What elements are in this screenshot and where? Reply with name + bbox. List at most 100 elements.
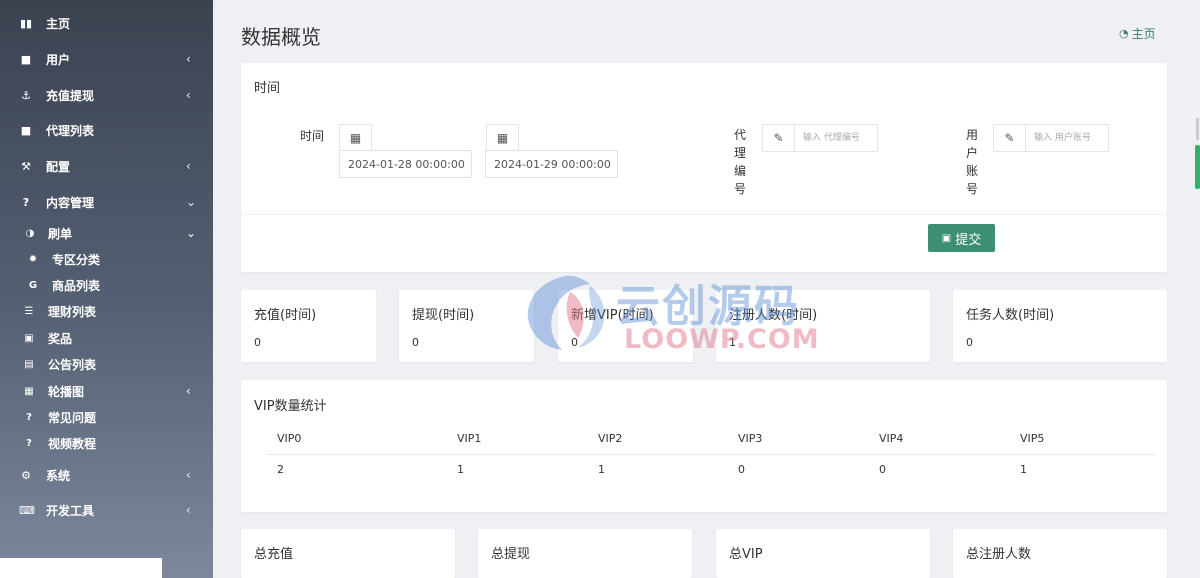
sidebar-item-home[interactable]: ▮▮ 主页 (0, 8, 213, 38)
stat-card-new-vip: 新增VIP(时间) 0 (558, 290, 693, 362)
submit-button[interactable]: ▣ 提交 (928, 224, 995, 252)
vip-header: VIP1 (457, 432, 482, 445)
breadcrumb-home[interactable]: 主页 (1132, 25, 1156, 42)
vip-cell: 1 (598, 463, 605, 476)
chevron-down-icon: ⌄ (186, 226, 197, 240)
vip-stats-title: VIP数量统计 (254, 399, 327, 414)
sidebar-item-label: 充值提现 (46, 88, 95, 103)
chevron-left-icon: ‹ (186, 468, 191, 482)
scrollbar-thumb[interactable] (1195, 145, 1200, 189)
chevron-left-icon: ‹ (186, 52, 191, 66)
chevron-left-icon: ‹ (186, 159, 191, 173)
sidebar-item-dev-tools[interactable]: ⌨ 开发工具 ‹ (0, 495, 213, 525)
sidebar-item-label: 公告列表 (48, 357, 97, 372)
user-edit-button[interactable]: ✎ (993, 124, 1026, 152)
stat-value: 1 (729, 336, 736, 349)
vip-cell: 0 (879, 463, 886, 476)
sidebar-item-label: 配置 (46, 159, 71, 174)
id-card-icon: ■ (20, 123, 32, 137)
total-label: 总注册人数 (966, 547, 1032, 562)
sidebar-item-video-tutorial[interactable]: ? 视频教程 (0, 431, 213, 455)
sidebar-item-brushing[interactable]: ◑ 刷单 ⌄ (0, 221, 213, 245)
total-label: 总VIP (729, 547, 763, 562)
pencil-icon: ✎ (1004, 131, 1015, 145)
time-label: 时间 (300, 129, 325, 143)
total-label: 总充值 (254, 547, 294, 562)
sidebar-item-label: 代理列表 (46, 123, 95, 138)
agent-edit-button[interactable]: ✎ (762, 124, 795, 152)
start-calendar-button[interactable]: ▦ (339, 124, 372, 151)
keyboard-icon: ⌨ (19, 503, 35, 517)
question-circle-icon: ? (22, 195, 30, 209)
stat-label: 注册人数(时间) (729, 308, 818, 323)
sidebar-item-label: 主页 (46, 16, 71, 31)
agent-label: 代理编号 (733, 128, 746, 196)
pencil-icon: ✎ (773, 131, 784, 145)
stat-card-withdraw: 提现(时间) 0 (399, 290, 534, 362)
sidebar-item-label: 奖品 (48, 331, 73, 346)
sidebar-item-label: 商品列表 (52, 278, 101, 293)
stat-label: 任务人数(时间) (966, 308, 1055, 323)
vip-header: VIP5 (1020, 432, 1045, 445)
save-icon: ▣ (941, 232, 952, 244)
stat-card-recharge: 充值(时间) 0 (241, 290, 376, 362)
vip-cell: 1 (1020, 463, 1027, 476)
stat-card-tasks: 任务人数(时间) 0 (953, 290, 1167, 362)
sidebar-item-label: 刷单 (48, 226, 73, 241)
cog-icon: ⚙ (21, 468, 31, 482)
sidebar-item-agents[interactable]: ■ 代理列表 (0, 115, 213, 145)
chevron-left-icon: ‹ (186, 384, 191, 398)
sidebar-item-users[interactable]: ■ 用户 ‹ (0, 44, 213, 74)
vip-header: VIP4 (879, 432, 904, 445)
calendar-icon: ▦ (496, 130, 509, 145)
vip-header: VIP3 (738, 432, 763, 445)
filter-panel: 时间 时间 ▦ ▦ 代理编号 ✎ 用户账号 ✎ ▣ 提交 (241, 63, 1167, 272)
sidebar-item-config[interactable]: ⚒ 配置 ‹ (0, 151, 213, 181)
main-content: 数据概览 ◔ 主页 时间 时间 ▦ ▦ 代理编号 ✎ 用户账号 ✎ ▣ 提交 (213, 0, 1200, 578)
total-card-registrations: 总注册人数 (953, 529, 1167, 578)
magic-wand-icon: ⚒ (21, 159, 31, 173)
end-calendar-button[interactable]: ▦ (486, 124, 519, 151)
stat-label: 充值(时间) (254, 308, 317, 323)
image-icon: ▦ (24, 385, 34, 397)
sidebar-item-prizes[interactable]: ▣ 奖品 (0, 326, 213, 350)
agent-id-input[interactable] (794, 124, 878, 152)
sidebar: ▮▮ 主页 ■ 用户 ‹ ⚓ 充值提现 ‹ ■ 代理列表 ⚒ 配置 ‹ ? 内容… (0, 0, 213, 578)
sidebar-item-faq[interactable]: ? 常见问题 (0, 405, 213, 429)
sidebar-item-recharge[interactable]: ⚓ 充值提现 ‹ (0, 80, 213, 110)
sidebar-item-label: 常见问题 (48, 410, 97, 425)
total-card-vip: 总VIP (716, 529, 930, 578)
sidebar-item-content[interactable]: ? 内容管理 ⌄ (0, 187, 213, 217)
user-account-input[interactable] (1025, 124, 1109, 152)
vip-stats-panel: VIP数量统计 VIP0 VIP1 VIP2 VIP3 VIP4 VIP5 2 … (241, 380, 1167, 512)
filter-panel-title: 时间 (254, 81, 281, 96)
google-icon: G (28, 279, 38, 291)
anchor-icon: ⚓ (21, 88, 31, 102)
submit-button-label: 提交 (955, 232, 982, 248)
sidebar-item-products[interactable]: G 商品列表 (0, 273, 213, 297)
vip-header: VIP0 (277, 432, 302, 445)
file-icon: ▤ (24, 358, 34, 370)
list-icon: ☰ (24, 305, 34, 317)
bar-chart-icon: ▮▮ (19, 16, 33, 30)
scrollbar-track[interactable] (1196, 118, 1199, 140)
sidebar-item-label: 理财列表 (48, 304, 97, 319)
sidebar-item-finance[interactable]: ☰ 理财列表 (0, 299, 213, 323)
start-date-input[interactable] (339, 150, 472, 178)
breadcrumb[interactable]: ◔ 主页 (1119, 25, 1156, 42)
stat-value: 0 (571, 336, 578, 349)
sidebar-item-zone-category[interactable]: ✹ 专区分类 (0, 247, 213, 271)
stat-value: 0 (412, 336, 419, 349)
stat-label: 提现(时间) (412, 308, 475, 323)
money-icon: ▣ (24, 332, 34, 344)
chevron-down-icon: ⌄ (186, 195, 197, 209)
total-card-recharge: 总充值 (241, 529, 455, 578)
sidebar-item-label: 用户 (46, 52, 71, 67)
end-date-input[interactable] (485, 150, 618, 178)
sidebar-item-system[interactable]: ⚙ 系统 ‹ (0, 460, 213, 490)
sidebar-item-carousel[interactable]: ▦ 轮播图 ‹ (0, 379, 213, 403)
sidebar-item-notices[interactable]: ▤ 公告列表 (0, 352, 213, 376)
table-divider (266, 454, 1155, 455)
vip-cell: 1 (457, 463, 464, 476)
total-label: 总提现 (491, 547, 531, 562)
